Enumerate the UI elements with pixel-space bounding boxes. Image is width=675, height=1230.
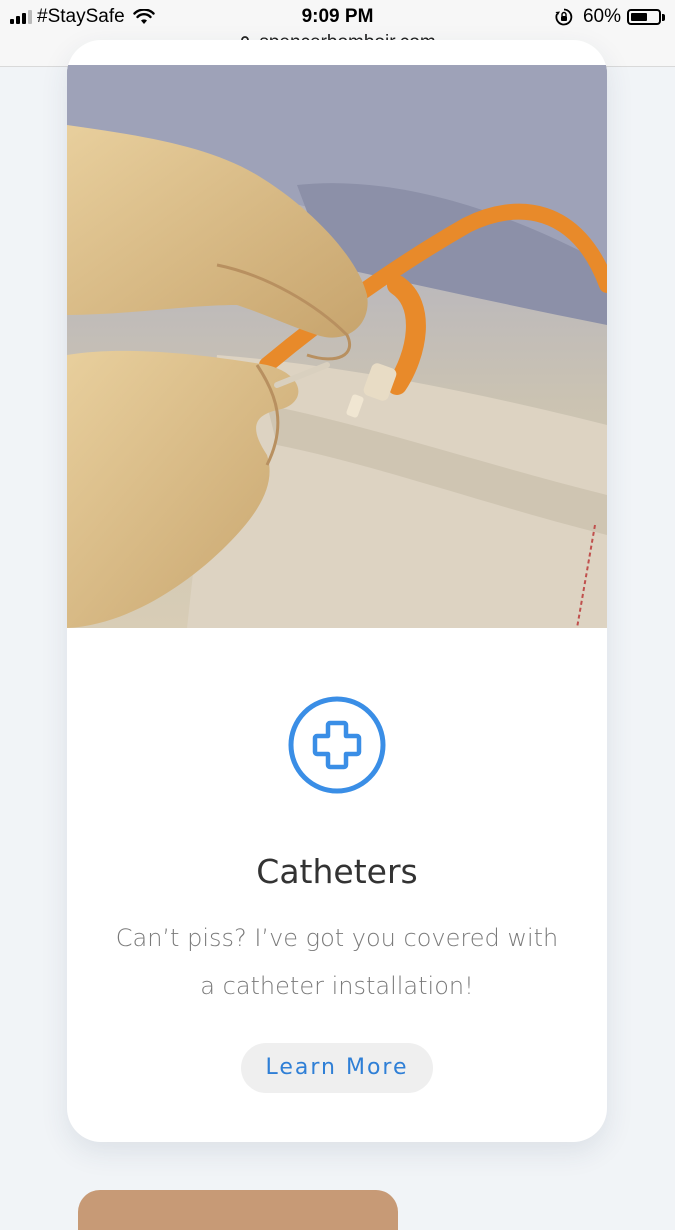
orientation-lock-icon: [555, 8, 573, 26]
catheter-photo-illustration: [67, 65, 607, 628]
card-description-line-2: a catheter installation!: [200, 972, 474, 1000]
battery-level-fill: [631, 13, 647, 21]
catheter-photo: [67, 65, 607, 628]
battery-icon: [627, 9, 661, 25]
battery-percentage: 60%: [582, 6, 621, 27]
plus-circle-icon: [288, 696, 386, 794]
service-card: Catheters Can’t piss? I’ve got you cover…: [67, 40, 607, 1142]
battery-cap: [662, 13, 665, 21]
learn-more-button[interactable]: Learn More: [241, 1043, 433, 1093]
card-title: Catheters: [256, 852, 418, 891]
card-description: Can’t piss? I’ve got you covered with a …: [107, 914, 567, 1010]
next-card-image-peek: [78, 1190, 398, 1230]
card-description-line-1: Can’t piss? I’ve got you covered with: [115, 924, 559, 952]
status-bar-right: 60%: [555, 6, 665, 28]
